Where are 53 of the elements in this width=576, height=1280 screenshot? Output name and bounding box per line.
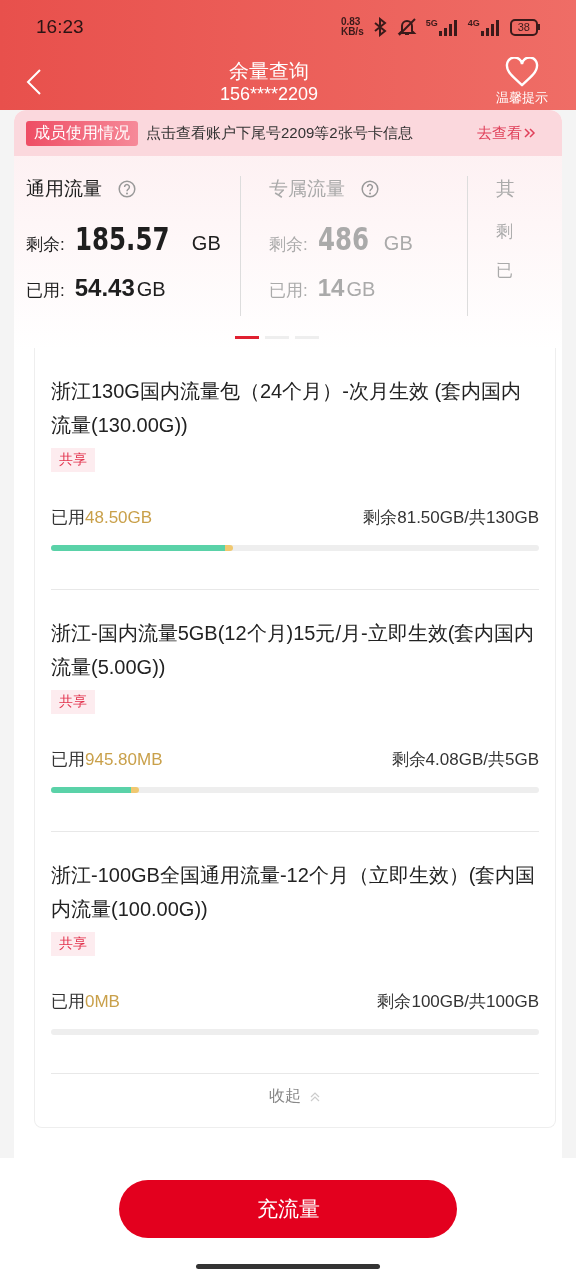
collapse-link[interactable]: 收起 — [51, 1074, 539, 1127]
remaining-label: 剩余: — [26, 234, 65, 256]
used-value: 54.43 — [74, 274, 135, 302]
remaining-amount: 剩余100GB/共100GB — [377, 991, 539, 1013]
members-tag: 成员使用情况 — [26, 120, 138, 146]
used-label: 已用: — [26, 280, 65, 302]
signal-icon — [479, 18, 502, 36]
category-title[interactable]: 专属流量 — [269, 176, 345, 202]
used-amount: 已用48.50GB — [51, 507, 153, 529]
category-title[interactable]: 通用流量 — [26, 176, 102, 202]
plan-name: 浙江-100GB全国通用流量-12个月（立即生效）(套内国内流量(100.00G)) — [51, 863, 537, 922]
shared-tag: 共享 — [51, 448, 95, 472]
remaining-value: 486 — [317, 220, 369, 258]
network-type: 4G — [467, 18, 480, 28]
category-title[interactable]: 其 — [496, 176, 515, 202]
recharge-button[interactable]: 充流量 — [119, 1180, 457, 1238]
shared-tag: 共享 — [51, 932, 95, 956]
double-chevron-icon — [524, 127, 536, 139]
shared-tag: 共享 — [51, 690, 95, 714]
back-icon[interactable] — [26, 68, 42, 96]
used-amount: 已用945.80MB — [51, 749, 163, 771]
members-banner[interactable]: 成员使用情况 点击查看账户下尾号2209等2张号卡信息 去查看 — [14, 110, 562, 156]
network-speed: 0.83 — [340, 17, 362, 27]
remaining-label: 剩余: — [269, 234, 308, 256]
muted-bell-icon — [395, 17, 418, 37]
used-label: 已用: — [269, 280, 308, 302]
signal-icon — [437, 18, 460, 36]
remaining-amount: 剩余81.50GB/共130GB — [363, 507, 539, 529]
remaining-amount: 剩余4.08GB/共5GB — [391, 749, 539, 771]
status-time: 16:23 — [36, 16, 84, 38]
unit-label: GB — [191, 232, 221, 255]
battery-level: 38 — [509, 18, 538, 36]
used-label: 已 — [496, 260, 513, 282]
used-value: 14 — [317, 274, 345, 302]
remaining-value: 185.57 — [74, 220, 170, 258]
help-icon[interactable] — [361, 180, 379, 198]
network-type: 5G — [425, 18, 438, 28]
plan-name: 浙江-国内流量5GB(12个月)15元/月-立即生效(套内国内流量(5.00G)) — [51, 621, 536, 680]
unit-label: GB — [346, 278, 376, 301]
plan-name: 浙江130G国内流量包（24个月）-次月生效 (套内国内流量(130.00G)) — [51, 379, 523, 438]
remaining-label: 剩 — [496, 221, 513, 243]
used-amount: 已用0MB — [51, 991, 120, 1013]
heart-icon[interactable] — [505, 57, 539, 87]
page-title: 余量查询 — [228, 59, 310, 83]
view-link[interactable]: 去查看 — [477, 123, 536, 143]
tips-link[interactable]: 温馨提示 — [496, 89, 548, 107]
unit-label: GB — [136, 278, 166, 301]
double-chevron-up-icon — [309, 1090, 321, 1103]
members-info: 点击查看账户下尾号2209等2张号卡信息 — [146, 123, 414, 143]
network-speed-unit: KB/s — [340, 27, 364, 37]
unit-label: GB — [383, 232, 413, 255]
phone-number: 156****2209 — [218, 83, 320, 105]
help-icon[interactable] — [118, 180, 136, 198]
